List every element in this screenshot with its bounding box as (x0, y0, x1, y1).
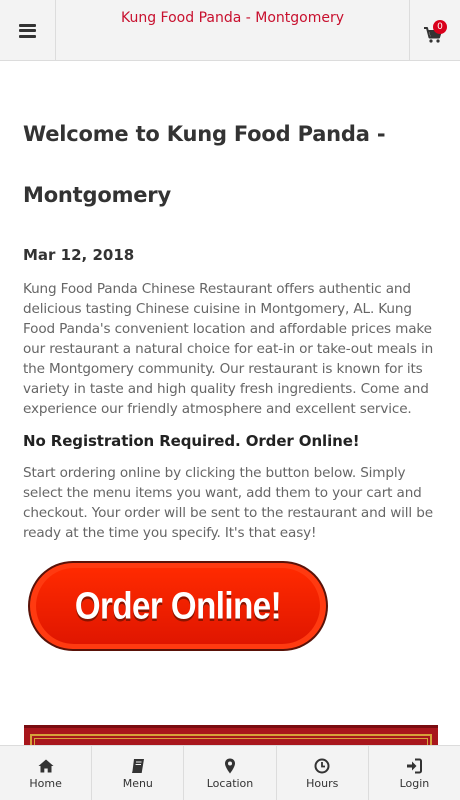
home-icon (38, 759, 54, 773)
nav-home[interactable]: Home (0, 746, 93, 800)
order-online-heading: No Registration Required. Order Online! (23, 432, 360, 450)
sign-in-icon (407, 758, 423, 774)
nav-location[interactable]: Location (184, 746, 277, 800)
clock-icon (314, 758, 330, 774)
cart-count-badge: 0 (433, 20, 447, 34)
nav-home-label: Home (29, 777, 62, 790)
menu-toggle-button[interactable] (0, 0, 56, 61)
instructions-paragraph: Start ordering online by clicking the bu… (23, 465, 433, 541)
nav-hours[interactable]: Hours (277, 746, 369, 800)
nav-login[interactable]: Login (369, 746, 460, 800)
hamburger-icon (19, 23, 36, 38)
nav-hours-label: Hours (306, 777, 339, 790)
header-bar: Kung Food Panda - Montgomery 0 (0, 0, 460, 61)
bottom-nav: Home Menu Location Hours Login (0, 745, 460, 800)
nav-location-label: Location (206, 777, 254, 790)
nav-login-label: Login (399, 777, 430, 790)
page-title: Welcome to Kung Food Panda - Montgomery (23, 122, 386, 207)
nav-menu[interactable]: Menu (92, 746, 185, 800)
nav-menu-label: Menu (122, 777, 153, 790)
post-date: Mar 12, 2018 (23, 246, 135, 264)
order-online-button[interactable]: Order Online! (28, 561, 328, 651)
book-icon (131, 759, 144, 773)
intro-paragraph: Kung Food Panda Chinese Restaurant offer… (23, 281, 434, 417)
map-marker-icon (225, 758, 235, 774)
restaurant-title[interactable]: Kung Food Panda - Montgomery (56, 10, 409, 26)
main-content: Welcome to Kung Food Panda - Montgomery … (23, 61, 439, 768)
cart-button[interactable]: 0 (409, 0, 460, 61)
order-online-label: Order Online! (74, 584, 282, 627)
